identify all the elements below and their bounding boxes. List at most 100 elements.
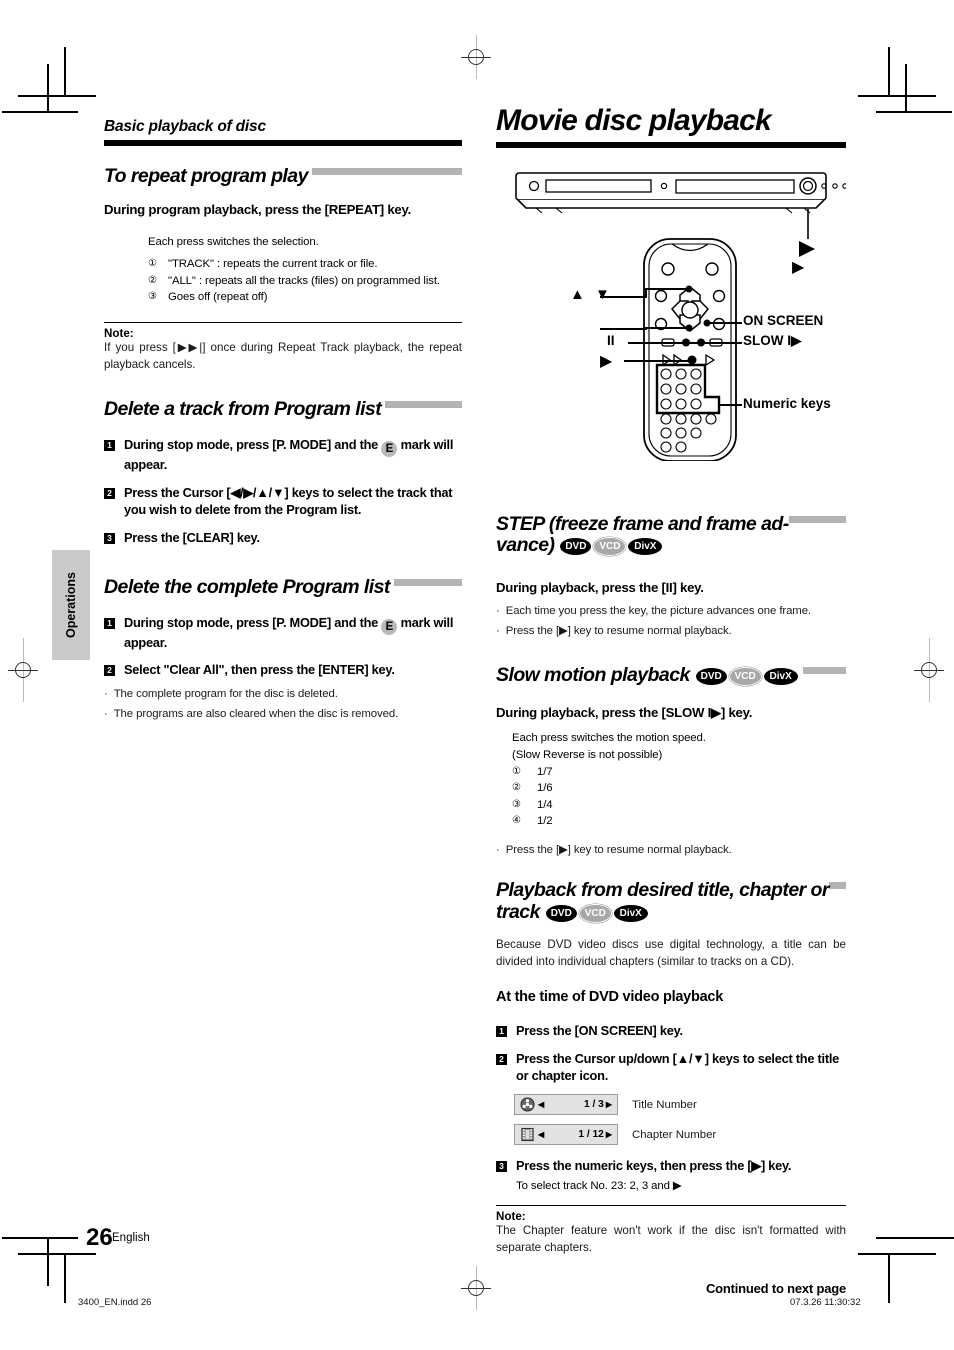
- repeat-options-list: ① "TRACK" : repeats the current track or …: [148, 256, 462, 306]
- list-item: ② "ALL" : repeats all the tracks (files) …: [148, 273, 462, 290]
- step-text: During stop mode, press [P. MODE] and th…: [124, 615, 462, 652]
- disc-badge-divx: DivX: [763, 668, 798, 686]
- step-item: 1 During stop mode, press [P. MODE] and …: [104, 437, 462, 474]
- osd-title-value: 1 / 3: [584, 1099, 604, 1111]
- osd-title-label: Title Number: [632, 1098, 697, 1111]
- bullet-item: · The complete program for the disc is de…: [104, 686, 462, 703]
- step-text: Press the Cursor up/down [▲/▼] keys to s…: [516, 1051, 840, 1084]
- step-item: 2 Press the Cursor up/down [▲/▼] keys to…: [496, 1051, 846, 1085]
- list-item: ② 1/6: [512, 780, 846, 797]
- disc-badge-vcd: VCD: [578, 904, 612, 924]
- e-mark-badge: E: [381, 441, 398, 458]
- note-text: If you press [▶▶|] once during Repeat Tr…: [104, 340, 462, 371]
- step-number: 1: [104, 617, 115, 629]
- step-number: 3: [104, 532, 115, 544]
- section-delete-track: Delete a track from Program list: [104, 398, 462, 421]
- list-item: ① 1/7: [512, 764, 846, 781]
- speed-marker: ③: [512, 798, 521, 810]
- option-text: "TRACK" : repeats the current track or f…: [168, 258, 378, 271]
- dvd-player-unit: [515, 172, 848, 214]
- section-heading-step: STEP (freeze frame and frame ad-vance) D…: [496, 512, 789, 557]
- step-number: 3: [496, 1161, 507, 1173]
- step3-subtext: To select track No. 23: 2, 3 and ▶: [516, 1180, 682, 1193]
- step-text: During stop mode, press [P. MODE] and th…: [124, 437, 462, 474]
- note-label: Note:: [104, 326, 134, 340]
- left-column: Basic playback of disc To repeat program…: [104, 118, 462, 722]
- slow-detail-block: Each press switches the motion speed. (S…: [512, 730, 846, 830]
- speed-marker: ④: [512, 815, 521, 827]
- repeat-instruction: During program playback, press the [REPE…: [104, 201, 412, 217]
- repeat-detail-block: Each press switches the selection. ① "TRA…: [148, 234, 462, 306]
- osd-row-title: ◀ 1 / 3 ▶ Title Number: [514, 1094, 846, 1116]
- print-file-name: 3400_EN.indd 26: [78, 1297, 152, 1308]
- step-text: Press the Cursor [◀/▶/▲/▼] keys to selec…: [124, 485, 453, 517]
- page-language: English: [112, 1232, 150, 1244]
- print-timestamp: 07.3.26 11:30:32: [790, 1297, 861, 1308]
- film-reel-icon: [520, 1097, 535, 1112]
- step-text: Press the numeric keys, then press the […: [516, 1158, 792, 1174]
- step-item: 3 Press the [CLEAR] key.: [104, 530, 462, 547]
- slow-lead-1: Each press switches the motion speed.: [512, 732, 706, 745]
- bullet-dot: ·: [496, 843, 500, 856]
- section-heading-repeat: To repeat program play: [104, 165, 312, 187]
- step-item: 1 Press the [ON SCREEN] key.: [496, 1023, 846, 1040]
- step-number: 1: [104, 440, 115, 452]
- desired-subheading: At the time of DVD video playback: [496, 988, 724, 1005]
- section-delete-complete: Delete the complete Program list: [104, 575, 462, 599]
- speed-marker: ①: [512, 765, 521, 777]
- repeat-lead: Each press switches the selection.: [148, 235, 319, 248]
- page-title: Movie disc playback: [496, 104, 772, 137]
- osd-chapter-box[interactable]: ◀ 1 / 12 ▶: [514, 1124, 618, 1146]
- right-column: Movie disc playback ▶ ▲ ▼ ON SCREEN SLOW…: [496, 104, 848, 1296]
- step-item: 2 Press the Cursor [◀/▶/▲/▼] keys to sel…: [104, 485, 462, 519]
- bullet-item: · The programs are also cleared when the …: [104, 706, 462, 723]
- note-label: Note:: [496, 1210, 526, 1224]
- osd-chapter-value: 1 / 12: [578, 1129, 604, 1141]
- running-head: Basic playback of disc: [104, 118, 462, 136]
- step-bullets: · Each time you press the key, the pictur…: [496, 603, 846, 639]
- play-triangle-unit: [799, 241, 815, 257]
- option-text: "ALL" : repeats all the tracks (files) o…: [168, 274, 440, 287]
- bullet-text: Press the [▶] key to resume normal playb…: [505, 624, 732, 637]
- section-heading-delete-track: Delete a track from Program list: [104, 398, 386, 421]
- callout-numeric-keys: Numeric keys: [743, 396, 831, 411]
- callout-slow: SLOW I▶: [743, 333, 802, 348]
- step-number: 2: [496, 1054, 507, 1066]
- remote-body: [643, 238, 737, 462]
- osd-title-box[interactable]: ◀ 1 / 3 ▶: [514, 1094, 618, 1116]
- repeat-note: Note: If you press [▶▶|] once during Rep…: [104, 321, 462, 374]
- osd-chapter-label: Chapter Number: [632, 1128, 717, 1141]
- continued-next-page: Continued to next page: [705, 1280, 846, 1296]
- step-text: Select "Clear All", then press the [ENTE…: [124, 662, 395, 678]
- section-desired-title: Playback from desired title, chapter or …: [496, 879, 846, 924]
- list-item: ③ 1/4: [512, 797, 846, 814]
- manual-page: Basic playback of disc To repeat program…: [0, 0, 954, 1350]
- leader-cursor-down: [600, 327, 688, 330]
- remote-control-diagram: ▶ ▲ ▼ ON SCREEN SLOW I▶ II ▶ Numeric key…: [496, 161, 848, 462]
- step-number: 2: [104, 665, 115, 677]
- speed-text: 1/4: [537, 798, 553, 811]
- option-text: Goes off (repeat off): [168, 291, 268, 304]
- slow-lead-2: (Slow Reverse is not possible): [512, 748, 663, 761]
- disc-badge-dvd: DVD: [695, 668, 727, 686]
- list-item: ① "TRACK" : repeats the current track or …: [148, 256, 462, 273]
- section-heading-desired: Playback from desired title, chapter or …: [496, 879, 829, 924]
- step-number: 2: [104, 488, 115, 500]
- bullet-item: · Press the [▶] key to resume normal play…: [496, 842, 846, 859]
- e-mark-badge: E: [381, 618, 398, 635]
- disc-badge-dvd: DVD: [545, 905, 577, 923]
- list-item: ③ Goes off (repeat off): [148, 289, 462, 306]
- osd-right-arrow[interactable]: ▶: [606, 1130, 612, 1139]
- osd-row-chapter: ◀ 1 / 12 ▶ Chapter Number: [514, 1124, 846, 1146]
- section-heading-delete-complete: Delete the complete Program list: [104, 575, 394, 598]
- note-text: The Chapter feature won't work if the di…: [496, 1224, 846, 1255]
- bullet-dot: ·: [496, 624, 500, 637]
- disc-badge-vcd: VCD: [593, 537, 627, 557]
- step-text: Press the [CLEAR] key.: [124, 529, 260, 545]
- osd-right-arrow[interactable]: ▶: [606, 1100, 612, 1109]
- option-marker: ②: [148, 274, 157, 286]
- step-text-before: During stop mode, press [P. MODE] and th…: [124, 437, 382, 453]
- callout-pause: II: [607, 333, 615, 348]
- bullet-text: The complete program for the disc is del…: [113, 688, 338, 701]
- speed-text: 1/2: [537, 815, 553, 828]
